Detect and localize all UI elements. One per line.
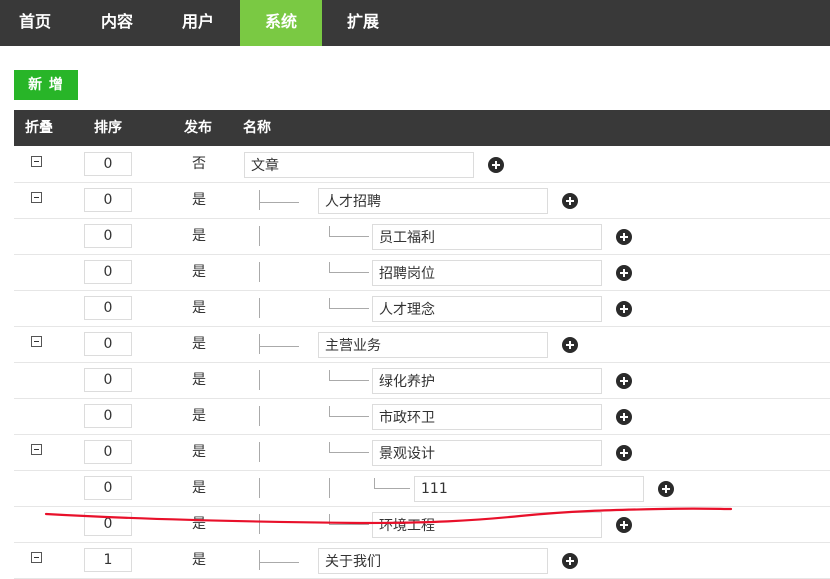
table-row: 是	[14, 326, 830, 363]
name-input[interactable]	[372, 404, 602, 430]
sort-input[interactable]	[84, 476, 132, 500]
sort-input[interactable]	[84, 296, 132, 320]
table-row: 否	[14, 146, 830, 183]
tree-guide-line	[259, 478, 260, 498]
publish-status: 是	[192, 444, 206, 460]
collapse-icon[interactable]	[31, 192, 42, 203]
plus-circle-icon[interactable]	[616, 517, 632, 533]
tree-guide-elbow	[329, 406, 369, 417]
table-row: 是	[14, 290, 830, 327]
publish-status: 是	[192, 372, 206, 388]
name-input[interactable]	[372, 296, 602, 322]
tree-guide-elbow	[329, 370, 369, 381]
table-row: 是	[14, 182, 830, 219]
tree-guide-elbow	[329, 262, 369, 273]
tree-guide-elbow	[329, 226, 369, 237]
sort-input[interactable]	[84, 224, 132, 248]
tree-guide-elbow	[259, 192, 299, 203]
plus-circle-icon[interactable]	[562, 337, 578, 353]
name-input[interactable]	[372, 440, 602, 466]
name-input[interactable]	[318, 188, 548, 214]
collapse-icon[interactable]	[31, 156, 42, 167]
plus-circle-icon[interactable]	[562, 553, 578, 569]
collapse-icon[interactable]	[31, 552, 42, 563]
publish-status: 是	[192, 516, 206, 532]
sort-input[interactable]	[84, 152, 132, 176]
sort-input[interactable]	[84, 548, 132, 572]
tree-guide-elbow	[374, 478, 410, 489]
sort-input[interactable]	[84, 188, 132, 212]
header-name: 名称	[243, 120, 271, 136]
sort-input[interactable]	[84, 368, 132, 392]
plus-circle-icon[interactable]	[616, 301, 632, 317]
nav-item-users[interactable]: 用户	[163, 0, 233, 46]
tree-guide-line	[259, 406, 260, 426]
name-input[interactable]	[244, 152, 474, 178]
sort-input[interactable]	[84, 512, 132, 536]
table-row: 是	[14, 470, 830, 507]
publish-status: 是	[192, 264, 206, 280]
nav-item-home[interactable]: 首页	[0, 0, 70, 46]
plus-circle-icon[interactable]	[562, 193, 578, 209]
plus-circle-icon[interactable]	[616, 229, 632, 245]
table-row: 是	[14, 506, 830, 543]
name-input[interactable]	[318, 332, 548, 358]
sort-input[interactable]	[84, 404, 132, 428]
tree-guide-elbow	[329, 442, 369, 453]
publish-status: 是	[192, 228, 206, 244]
tree-guide-elbow	[259, 552, 299, 563]
plus-circle-icon[interactable]	[616, 265, 632, 281]
publish-status: 是	[192, 300, 206, 316]
publish-status: 否	[192, 156, 206, 172]
plus-circle-icon[interactable]	[488, 157, 504, 173]
collapse-icon[interactable]	[31, 336, 42, 347]
table-row: 是	[14, 362, 830, 399]
table-row: 是	[14, 254, 830, 291]
publish-status: 是	[192, 192, 206, 208]
table-row: 是	[14, 434, 830, 471]
table-row: 是	[14, 218, 830, 255]
add-button[interactable]: 新 增	[14, 70, 78, 100]
sort-input[interactable]	[84, 260, 132, 284]
name-input[interactable]	[318, 548, 548, 574]
plus-circle-icon[interactable]	[616, 373, 632, 389]
nav-item-extensions[interactable]: 扩展	[328, 0, 398, 46]
tree-guide-line	[259, 370, 260, 390]
table-row: 是	[14, 398, 830, 435]
tree-guide-elbow	[329, 478, 330, 498]
name-input[interactable]	[372, 512, 602, 538]
sort-input[interactable]	[84, 440, 132, 464]
nav-item-system[interactable]: 系统	[240, 0, 322, 46]
tree-guide-elbow	[329, 298, 369, 309]
header-publish: 发布	[184, 120, 212, 136]
plus-circle-icon[interactable]	[616, 409, 632, 425]
publish-status: 是	[192, 336, 206, 352]
plus-circle-icon[interactable]	[616, 445, 632, 461]
publish-status: 是	[192, 408, 206, 424]
collapse-icon[interactable]	[31, 444, 42, 455]
tree-guide-line	[259, 442, 260, 462]
tree-guide-elbow	[329, 514, 369, 525]
name-input[interactable]	[372, 368, 602, 394]
tree-guide-line	[259, 514, 260, 534]
tree-guide-elbow	[259, 336, 299, 347]
header-sort: 排序	[94, 120, 122, 136]
nav-item-content[interactable]: 内容	[82, 0, 152, 46]
tree-guide-line	[259, 262, 260, 282]
header-fold: 折叠	[25, 120, 53, 136]
sort-input[interactable]	[84, 332, 132, 356]
publish-status: 是	[192, 480, 206, 496]
top-nav: 首页 内容 用户 系统 扩展	[0, 0, 830, 46]
name-input[interactable]	[372, 260, 602, 286]
table-row: 是	[14, 542, 830, 579]
tree-guide-line	[259, 298, 260, 318]
table-header: 折叠 排序 发布 名称	[14, 110, 830, 146]
tree-guide-line	[259, 226, 260, 246]
name-input[interactable]	[372, 224, 602, 250]
plus-circle-icon[interactable]	[658, 481, 674, 497]
name-input[interactable]	[414, 476, 644, 502]
